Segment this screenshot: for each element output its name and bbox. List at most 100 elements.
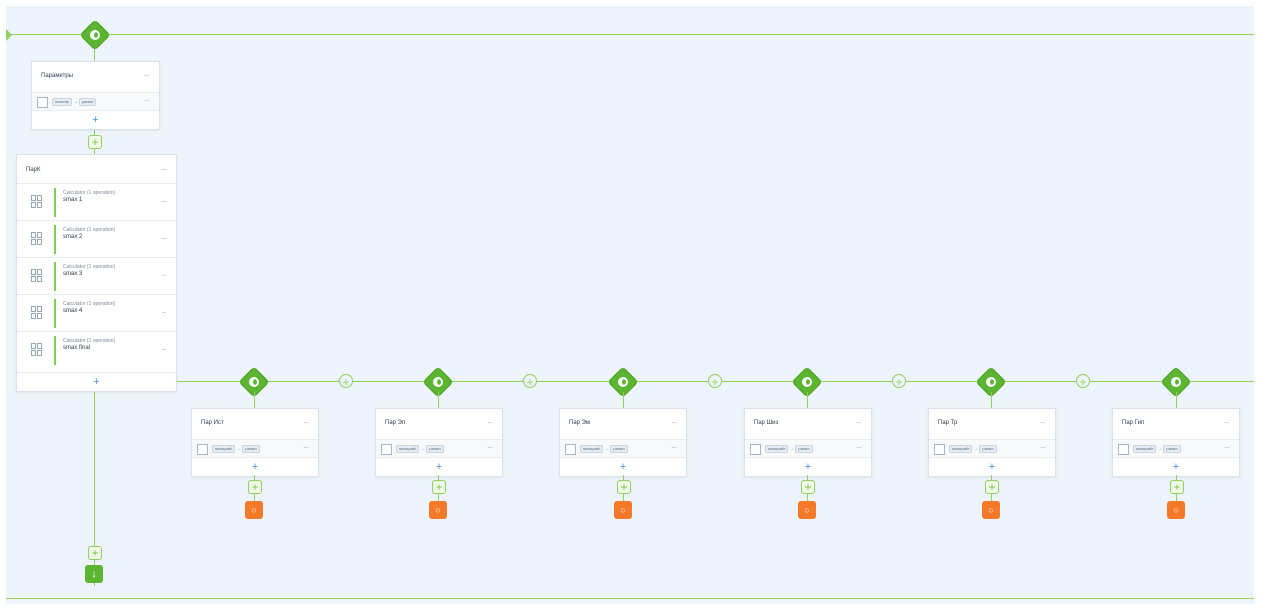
arrow-down-icon[interactable]: ↓ [85,565,103,583]
calculator-icon [31,232,43,247]
mapping-icon [381,444,392,455]
arrow-icon: → [1157,446,1163,452]
row-more-dots-icon[interactable]: ··· [161,197,167,206]
calc-operation-row[interactable]: Calculator (1 operation) smax 1 ··· [17,183,176,221]
card-title: Пар Гип [1122,420,1145,426]
source-chip: smaxpath [580,445,604,453]
mapping-row[interactable]: smaxpath → param ··· [745,439,871,458]
card-title: Пар Эм [569,420,591,426]
mapping-icon [197,444,208,455]
row-more-dots-icon[interactable]: ··· [1224,443,1230,452]
source-chip: smaxpath [1133,445,1157,453]
add-step-plus-icon[interactable]: + [432,480,446,494]
add-step-plus-icon[interactable]: + [1170,480,1184,494]
row-more-dots-icon[interactable]: ··· [161,345,167,354]
mapping-row[interactable]: smaxpath → param ··· [560,439,686,458]
branch-card[interactable]: Пар Тр ··· smaxpath → param ··· + [928,408,1056,477]
add-branch-plus-icon[interactable]: + [892,374,906,389]
target-chip: param [610,445,628,453]
add-step-plus-icon[interactable]: + [88,135,102,149]
operation-name: smax final [63,345,91,351]
row-more-dots-icon[interactable]: ··· [671,443,677,452]
more-dots-icon[interactable]: ··· [161,165,167,174]
card-title: Параметры [41,73,73,79]
calculator-icon [31,195,43,210]
more-dots-icon[interactable]: ··· [671,418,677,427]
add-step-plus-icon[interactable]: + [617,480,631,494]
calc-operation-row[interactable]: Calculator (1 operation) smax 2 ··· [17,220,176,258]
add-branch-plus-icon[interactable]: + [708,374,722,389]
add-step-plus-icon[interactable]: + [88,546,102,560]
row-more-dots-icon[interactable]: ··· [161,271,167,280]
mapping-row[interactable]: smaxpath → param ··· [192,439,318,458]
mapping-row[interactable]: maxima → param ··· [32,92,159,111]
card-title: Пар Шиз [754,420,779,426]
card-title: Пар Ист [201,420,224,426]
branch-card[interactable]: Пар Шиз ··· smaxpath → param ··· + [744,408,872,477]
calculator-icon [31,306,43,321]
row-more-dots-icon[interactable]: ··· [1040,443,1046,452]
operation-type: Calculator (1 operation) [63,227,116,233]
source-chip: smaxpath [212,445,236,453]
calc-operation-row[interactable]: Calculator (1 operation) smax 4 ··· [17,294,176,332]
reply-bubble-icon[interactable]: ○ [614,501,632,519]
mapping-row[interactable]: smaxpath → param ··· [1113,439,1239,458]
branch-card[interactable]: Пар Эп ··· smaxpath → param ··· + [375,408,503,477]
top-condition-gate-icon[interactable] [80,20,110,50]
arrow-icon: → [420,446,426,452]
operation-type: Calculator (1 operation) [63,264,116,270]
branch-card[interactable]: Пар Гип ··· smaxpath → param ··· + [1112,408,1240,477]
add-branch-plus-icon[interactable]: + [339,374,353,389]
add-step-plus-icon[interactable]: + [985,480,999,494]
reply-bubble-icon[interactable]: ○ [1167,501,1185,519]
card-title: Пар Эп [385,420,406,426]
reply-bubble-icon[interactable]: ○ [245,501,263,519]
calculator-icon [31,343,43,358]
row-more-dots-icon[interactable]: ··· [487,443,493,452]
reply-bubble-icon[interactable]: ○ [429,501,447,519]
add-step-plus-icon[interactable]: + [801,480,815,494]
reply-bubble-icon[interactable]: ○ [982,501,1000,519]
card-title: Пар Тр [938,420,958,426]
more-dots-icon[interactable]: ··· [1224,418,1230,427]
more-dots-icon[interactable]: ··· [856,418,862,427]
add-row-button[interactable]: + [192,457,318,476]
operation-name: smax 2 [63,234,83,240]
bottom-connector-line [6,598,1254,599]
add-operation-button[interactable]: + [17,372,176,391]
flow-start-arrow-icon [6,29,12,41]
branch-card[interactable]: Пар Эм ··· smaxpath → param ··· + [559,408,687,477]
target-chip: param [979,445,997,453]
add-row-button[interactable]: + [560,457,686,476]
row-more-dots-icon[interactable]: ··· [161,308,167,317]
row-more-dots-icon[interactable]: ··· [144,96,150,105]
add-row-button[interactable]: + [1113,457,1239,476]
add-row-button[interactable]: + [32,110,159,129]
target-chip: param [795,445,813,453]
calc-operation-row[interactable]: Calculator (1 operation) smax 3 ··· [17,257,176,295]
more-dots-icon[interactable]: ··· [303,418,309,427]
reply-bubble-icon[interactable]: ○ [798,501,816,519]
row-more-dots-icon[interactable]: ··· [161,234,167,243]
more-dots-icon[interactable]: ··· [1040,418,1046,427]
add-row-button[interactable]: + [929,457,1055,476]
row-more-dots-icon[interactable]: ··· [856,443,862,452]
mapping-icon [1118,444,1129,455]
add-step-plus-icon[interactable]: + [248,480,262,494]
row-more-dots-icon[interactable]: ··· [303,443,309,452]
more-dots-icon[interactable]: ··· [487,418,493,427]
add-row-button[interactable]: + [745,457,871,476]
more-dots-icon[interactable]: ··· [144,71,150,80]
operation-name: smax 1 [63,197,83,203]
add-branch-plus-icon[interactable]: + [1076,374,1090,389]
calculator-card[interactable]: ПарК ··· Calculator (1 operation) smax 1… [16,154,177,392]
mapping-row[interactable]: smaxpath → param ··· [376,439,502,458]
params-card[interactable]: Параметры ··· maxima → param ··· + [31,61,160,130]
operation-name: smax 4 [63,308,83,314]
add-row-button[interactable]: + [376,457,502,476]
top-connector-line [6,34,1254,35]
calc-operation-row[interactable]: Calculator (1 operation) smax final ··· [17,331,176,369]
add-branch-plus-icon[interactable]: + [523,374,537,389]
branch-card[interactable]: Пар Ист ··· smaxpath → param ··· + [191,408,319,477]
mapping-row[interactable]: smaxpath → param ··· [929,439,1055,458]
